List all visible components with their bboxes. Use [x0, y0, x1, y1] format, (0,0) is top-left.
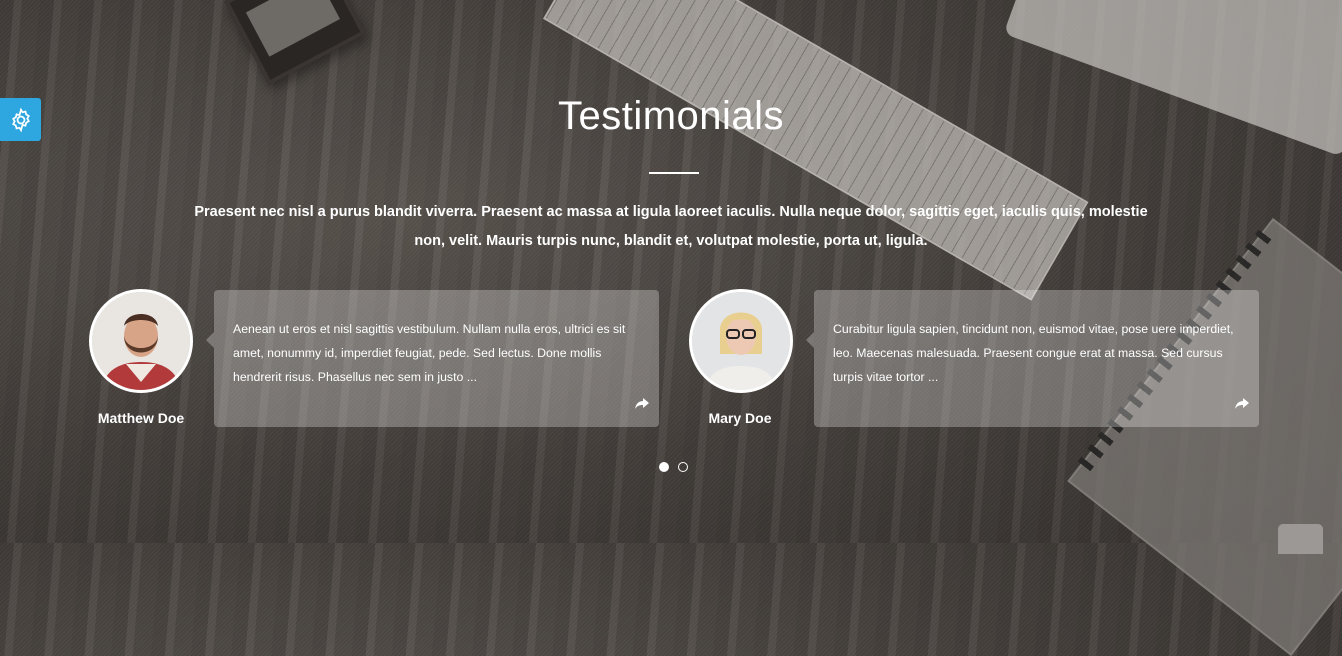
pagination-dot-2[interactable] — [678, 462, 688, 472]
pagination-dot-1[interactable] — [659, 462, 669, 472]
desk-object-decoration — [224, 0, 366, 86]
quote-text: Aenean ut eros et nisl sagittis vestibul… — [233, 322, 626, 384]
avatar — [89, 289, 193, 393]
title-divider — [649, 172, 699, 174]
woman-glasses-avatar-icon — [692, 292, 790, 390]
notebook-decoration — [1067, 217, 1342, 656]
avatar — [689, 289, 793, 393]
author-name: Mary Doe — [708, 410, 772, 426]
author-name: Matthew Doe — [97, 410, 185, 426]
quote-bubble: Aenean ut eros et nisl sagittis vestibul… — [206, 290, 659, 427]
section-title: Testimonials — [557, 94, 785, 138]
share-arrow-icon[interactable] — [634, 395, 650, 411]
carousel-pagination — [659, 462, 688, 472]
quote-text: Curabitur ligula sapien, tincidunt non, … — [833, 322, 1234, 384]
man-bearded-avatar-icon — [92, 292, 190, 390]
scroll-to-top-button[interactable] — [1278, 524, 1323, 554]
quote-bubble: Curabitur ligula sapien, tincidunt non, … — [806, 290, 1259, 427]
share-arrow-icon[interactable] — [1234, 395, 1250, 411]
section-intro: Praesent nec nisl a purus blandit viverr… — [194, 204, 1148, 249]
